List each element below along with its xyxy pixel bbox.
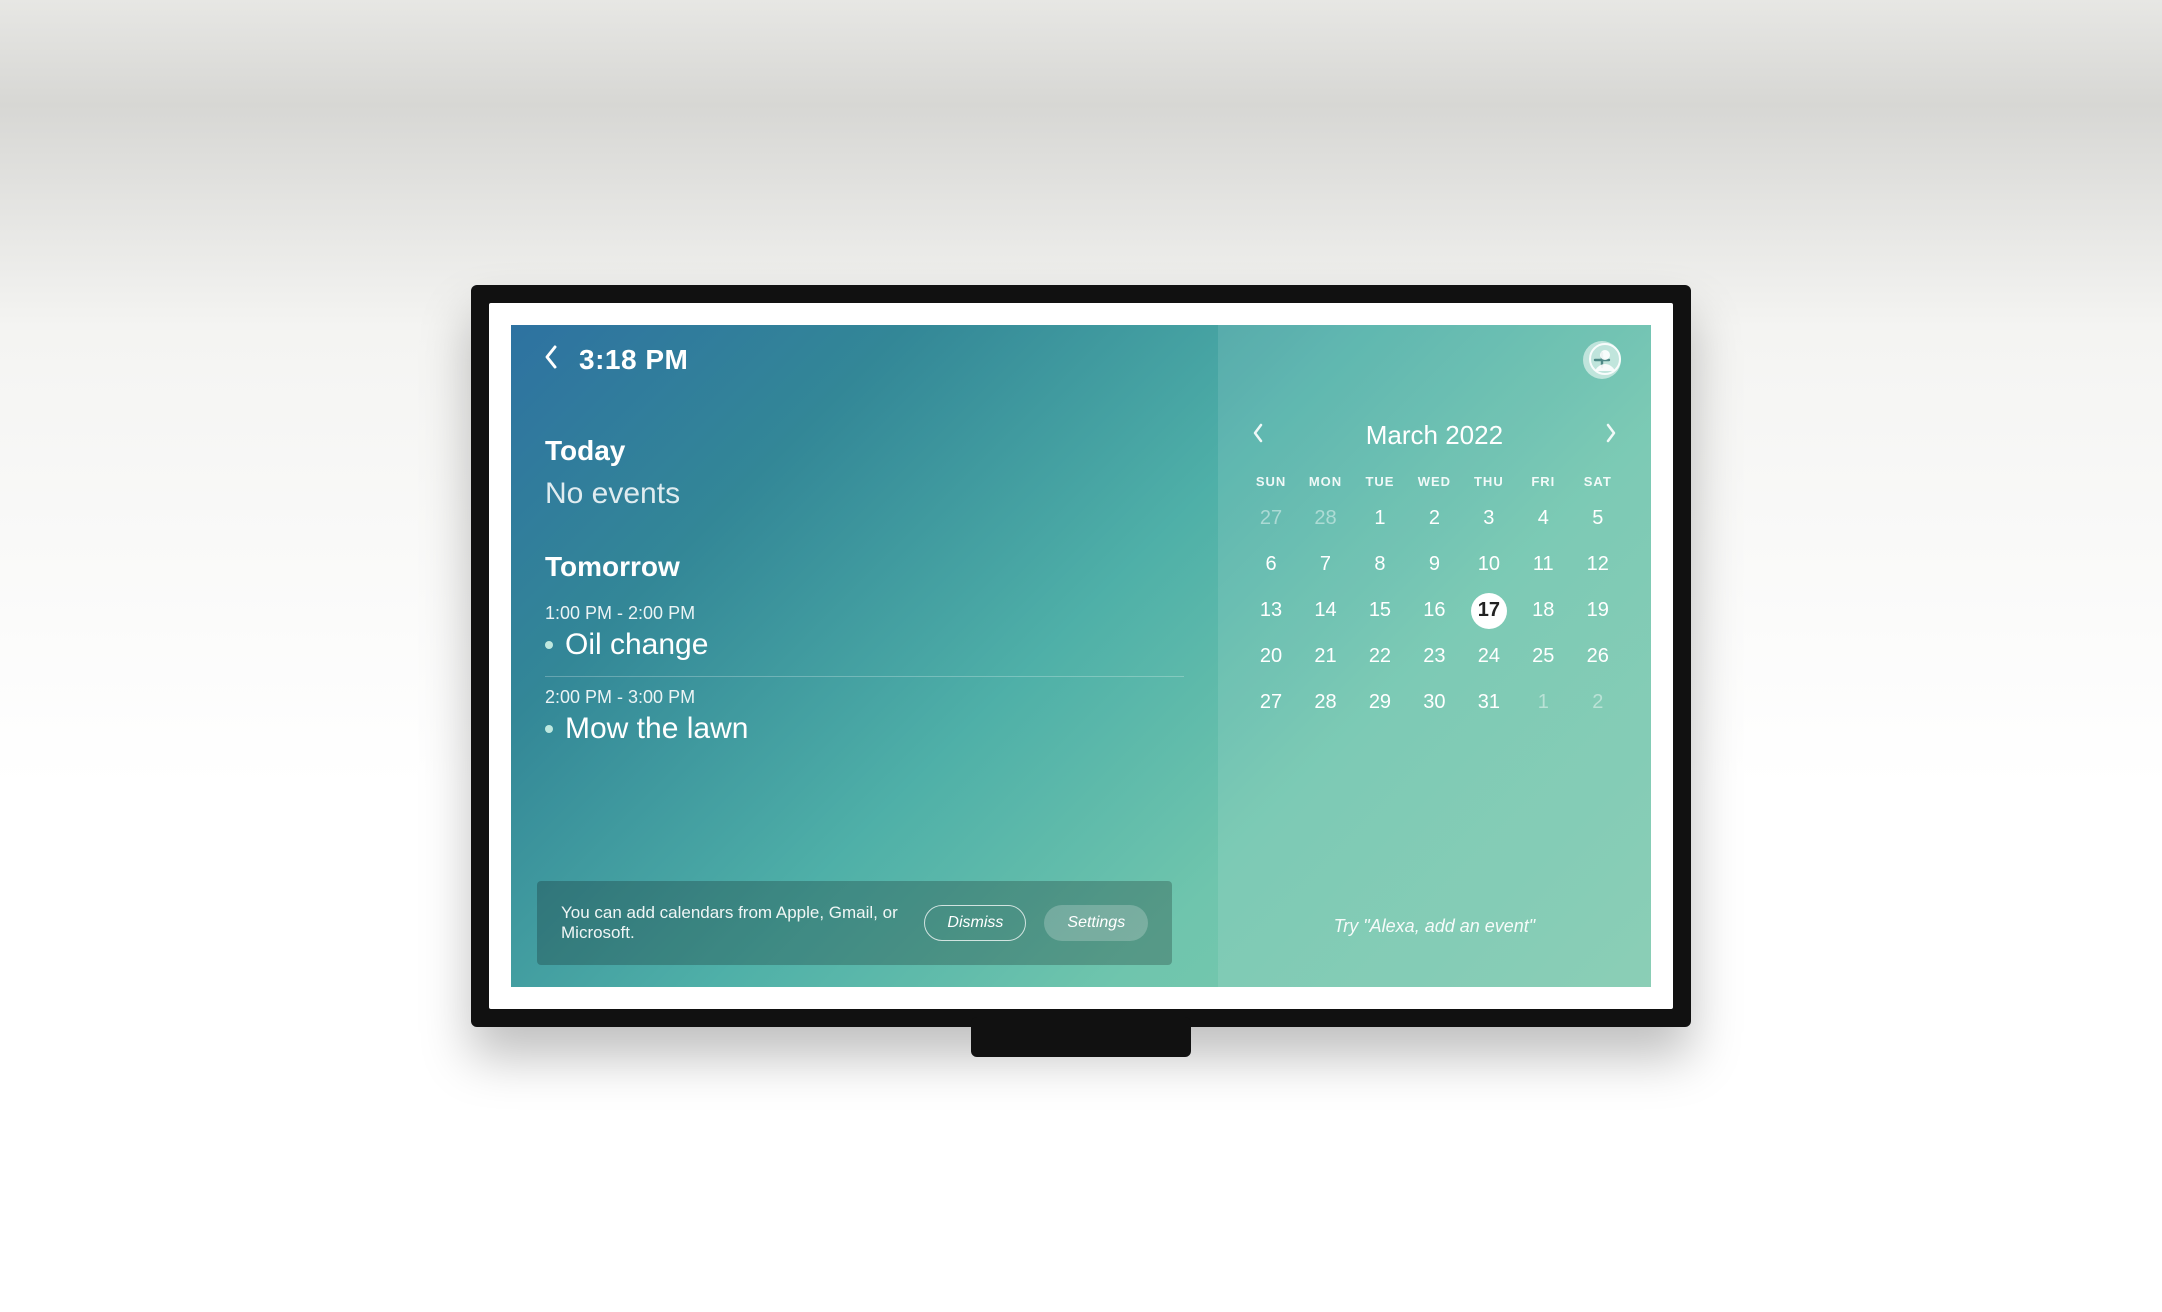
day-cell[interactable]: 31 (1462, 683, 1516, 723)
event-title: Oil change (565, 628, 708, 662)
week-row: 13141516 171819 (1244, 591, 1625, 631)
week-row: 272812345 (1244, 499, 1625, 539)
device-stand (971, 1017, 1191, 1057)
section-empty-text: No events (545, 477, 1184, 511)
day-cell[interactable]: 13 (1244, 591, 1298, 631)
day-cell[interactable]: 8 (1353, 545, 1407, 585)
day-cell[interactable]: 1 (1353, 499, 1407, 539)
month-nav: March 2022 (1244, 415, 1625, 456)
back-icon[interactable] (541, 343, 561, 376)
day-cell[interactable]: 16 (1407, 591, 1461, 631)
screen: 3:18 PM Today No events Tomorrow 1:00 PM - … (511, 325, 1651, 988)
day-cell[interactable]: 28 (1298, 499, 1352, 539)
day-cell[interactable]: 9 (1407, 545, 1461, 585)
calendar-pane: March 2022 SUNMONTUEWEDTHUFRISAT 2728123… (1218, 325, 1651, 988)
day-cell[interactable]: 24 (1462, 637, 1516, 677)
next-month-button[interactable] (1597, 415, 1625, 456)
day-cell[interactable]: 15 (1353, 591, 1407, 631)
day-cell[interactable]: 6 (1244, 545, 1298, 585)
day-cell[interactable]: 25 (1516, 637, 1570, 677)
day-cell[interactable]: 30 (1407, 683, 1461, 723)
day-cell[interactable]: 11 (1516, 545, 1570, 585)
agenda-section: Today No events (545, 435, 1184, 511)
dow-label: MON (1298, 474, 1352, 489)
prev-month-button[interactable] (1244, 415, 1272, 456)
week-row: 20212223242526 (1244, 637, 1625, 677)
event-title: Mow the lawn (565, 712, 748, 746)
event-time: 2:00 PM - 3:00 PM (545, 687, 1184, 708)
day-cell[interactable]: 2 (1571, 683, 1625, 723)
day-cell[interactable]: 7 (1298, 545, 1352, 585)
calendar-grid: 2728123456789101112131415161718192021222… (1244, 499, 1625, 729)
section-title: Today (545, 435, 1184, 467)
dow-label: TUE (1353, 474, 1407, 489)
event-item[interactable]: 2:00 PM - 3:00 PM Mow the lawn (545, 677, 1184, 760)
event-item[interactable]: 1:00 PM - 2:00 PM Oil change (545, 593, 1184, 677)
day-cell[interactable]: 29 (1353, 683, 1407, 723)
dow-label: SUN (1244, 474, 1298, 489)
month-label: March 2022 (1366, 420, 1503, 451)
agenda-section: Tomorrow 1:00 PM - 2:00 PM Oil change 2:00 … (545, 551, 1184, 760)
day-cell[interactable]: 12 (1571, 545, 1625, 585)
day-cell[interactable]: 27 (1244, 499, 1298, 539)
device-frame: 3:18 PM Today No events Tomorrow 1:00 PM - … (471, 285, 1691, 1028)
day-cell[interactable]: 21 (1298, 637, 1352, 677)
tip-banner: You can add calendars from Apple, Gmail,… (537, 881, 1172, 965)
event-dot-icon (545, 641, 553, 649)
device-bezel: 3:18 PM Today No events Tomorrow 1:00 PM - … (489, 303, 1673, 1010)
alexa-hint: Try "Alexa, add an event" (1244, 916, 1625, 957)
day-cell[interactable]: 4 (1516, 499, 1570, 539)
day-cell[interactable]: 10 (1462, 545, 1516, 585)
dow-label: WED (1407, 474, 1461, 489)
day-cell[interactable]: 22 (1353, 637, 1407, 677)
section-title: Tomorrow (545, 551, 1184, 583)
day-cell[interactable]: 2 (1407, 499, 1461, 539)
day-cell[interactable]: 20 (1244, 637, 1298, 677)
day-cell[interactable]: 19 (1571, 591, 1625, 631)
day-cell[interactable]: 18 (1516, 591, 1570, 631)
settings-button[interactable]: Settings (1044, 905, 1148, 941)
week-row: 6789101112 (1244, 545, 1625, 585)
dow-label: THU (1462, 474, 1516, 489)
day-cell[interactable]: 14 (1298, 591, 1352, 631)
event-time: 1:00 PM - 2:00 PM (545, 603, 1184, 624)
dismiss-button[interactable]: Dismiss (924, 905, 1026, 941)
week-row: 272829303112 (1244, 683, 1625, 723)
day-cell[interactable]: 17 (1471, 593, 1507, 629)
clock-time: 3:18 PM (579, 344, 688, 376)
dow-header-row: SUNMONTUEWEDTHUFRISAT (1244, 474, 1625, 489)
day-cell[interactable]: 23 (1407, 637, 1461, 677)
dow-label: SAT (1571, 474, 1625, 489)
dow-label: FRI (1516, 474, 1570, 489)
day-cell[interactable]: 28 (1298, 683, 1352, 723)
day-cell[interactable]: 5 (1571, 499, 1625, 539)
day-cell[interactable]: 27 (1244, 683, 1298, 723)
day-cell[interactable]: 1 (1516, 683, 1570, 723)
event-dot-icon (545, 725, 553, 733)
tip-text: You can add calendars from Apple, Gmail,… (561, 903, 906, 943)
day-cell[interactable]: 26 (1571, 637, 1625, 677)
day-cell[interactable]: 3 (1462, 499, 1516, 539)
